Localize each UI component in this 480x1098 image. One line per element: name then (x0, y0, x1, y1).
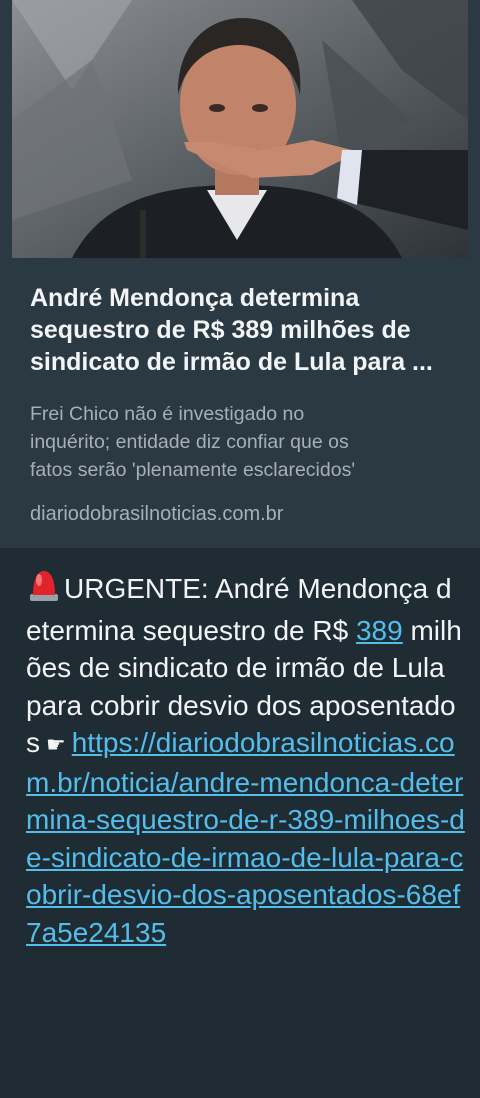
link-preview-card[interactable]: André Mendonça determina sequestro de R$… (0, 0, 480, 548)
police-siren-icon (26, 568, 62, 612)
pointing-hand-icon: ☛ (46, 732, 66, 757)
link-preview-description-line: Frei Chico não é investigado no (30, 403, 305, 425)
link-preview-description-line: inquérito; entidade diz confiar que os (30, 431, 349, 453)
link-preview-domain: diariodobrasilnoticias.com.br (30, 503, 284, 525)
message-number-link[interactable]: 389 (356, 615, 403, 646)
link-preview-description-line: fatos serão 'plenamente esclarecidos' (30, 459, 356, 481)
link-preview-description: Frei Chico não é investigado no inquérit… (30, 400, 460, 484)
link-preview-title-line: sindicato de irmão de Lula para ... (30, 348, 433, 376)
message-url-link[interactable]: https://diariodobrasilnoticias.com.br/no… (26, 727, 465, 948)
message-text: URGENTE: André Mendonça determina seques… (26, 568, 466, 951)
message-bubble[interactable]: André Mendonça determina sequestro de R$… (0, 0, 480, 1098)
link-preview-title: André Mendonça determina sequestro de R$… (30, 282, 460, 378)
link-preview-title-line: sequestro de R$ 389 milhões de (30, 316, 411, 344)
link-preview-thumbnail[interactable] (12, 0, 468, 258)
link-preview-title-line: André Mendonça determina (30, 284, 360, 312)
